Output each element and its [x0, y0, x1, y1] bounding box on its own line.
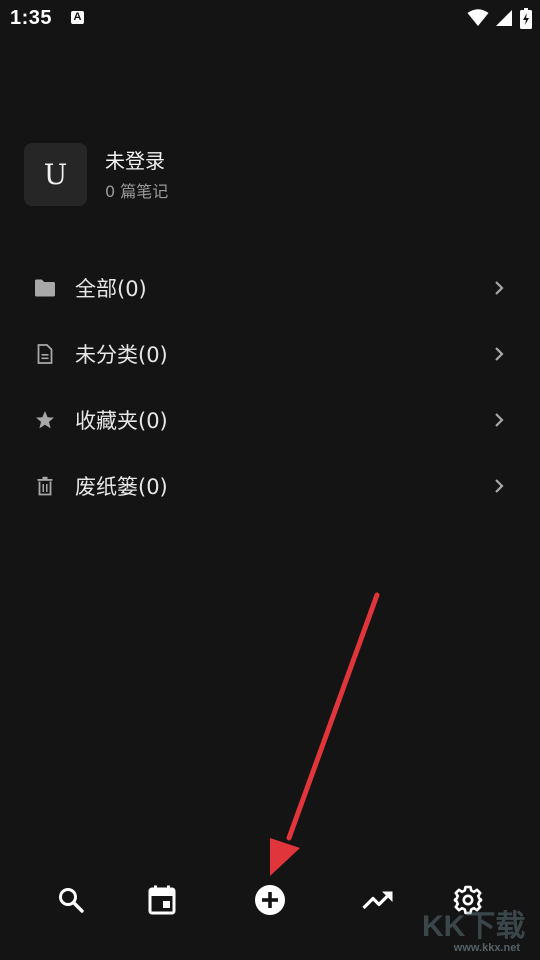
status-bar: 1:35 A: [0, 0, 540, 36]
watermark-url: www.kkx.net: [453, 942, 520, 954]
status-indicators: [467, 7, 532, 29]
wifi-icon: [467, 9, 489, 27]
settings-icon[interactable]: [452, 884, 484, 916]
a-letter-icon: A: [71, 11, 84, 24]
avatar[interactable]: U: [24, 143, 87, 206]
cell-signal-icon: [495, 9, 513, 27]
folder-label: 全部(0): [75, 277, 147, 301]
trending-icon[interactable]: [362, 884, 394, 916]
folder-item-all[interactable]: 全部(0): [0, 255, 540, 321]
add-circle-icon[interactable]: [254, 884, 286, 916]
folder-icon: [33, 276, 57, 300]
login-status[interactable]: 未登录: [105, 148, 168, 174]
folder-label: 收藏夹(0): [75, 409, 168, 433]
chevron-right-icon: [492, 344, 506, 364]
app-screen: 1:35 A U 未登录 0 篇笔记 全部(0) 未分类(0) 收藏夹(0) 废…: [0, 0, 540, 960]
trash-icon: [33, 474, 57, 498]
profile-info: 未登录 0 篇笔记: [105, 148, 168, 202]
search-icon[interactable]: [55, 884, 87, 916]
status-time: 1:35: [10, 7, 53, 29]
chevron-right-icon: [492, 476, 506, 496]
star-icon: [33, 408, 57, 432]
battery-charging-icon: [520, 7, 532, 29]
folder-item-favorites[interactable]: 收藏夹(0): [0, 387, 540, 453]
folder-item-trash[interactable]: 废纸篓(0): [0, 453, 540, 519]
folder-list: 全部(0) 未分类(0) 收藏夹(0) 废纸篓(0): [0, 255, 540, 519]
folder-label: 未分类(0): [75, 343, 168, 367]
folder-label: 废纸篓(0): [75, 475, 168, 499]
profile-header[interactable]: U 未登录 0 篇笔记: [24, 143, 168, 206]
chevron-right-icon: [492, 278, 506, 298]
calendar-icon[interactable]: [146, 884, 178, 916]
bottom-nav: [0, 870, 540, 930]
folder-item-uncategorized[interactable]: 未分类(0): [0, 321, 540, 387]
document-icon: [33, 342, 57, 366]
chevron-right-icon: [492, 410, 506, 430]
note-count: 0 篇笔记: [105, 181, 169, 201]
